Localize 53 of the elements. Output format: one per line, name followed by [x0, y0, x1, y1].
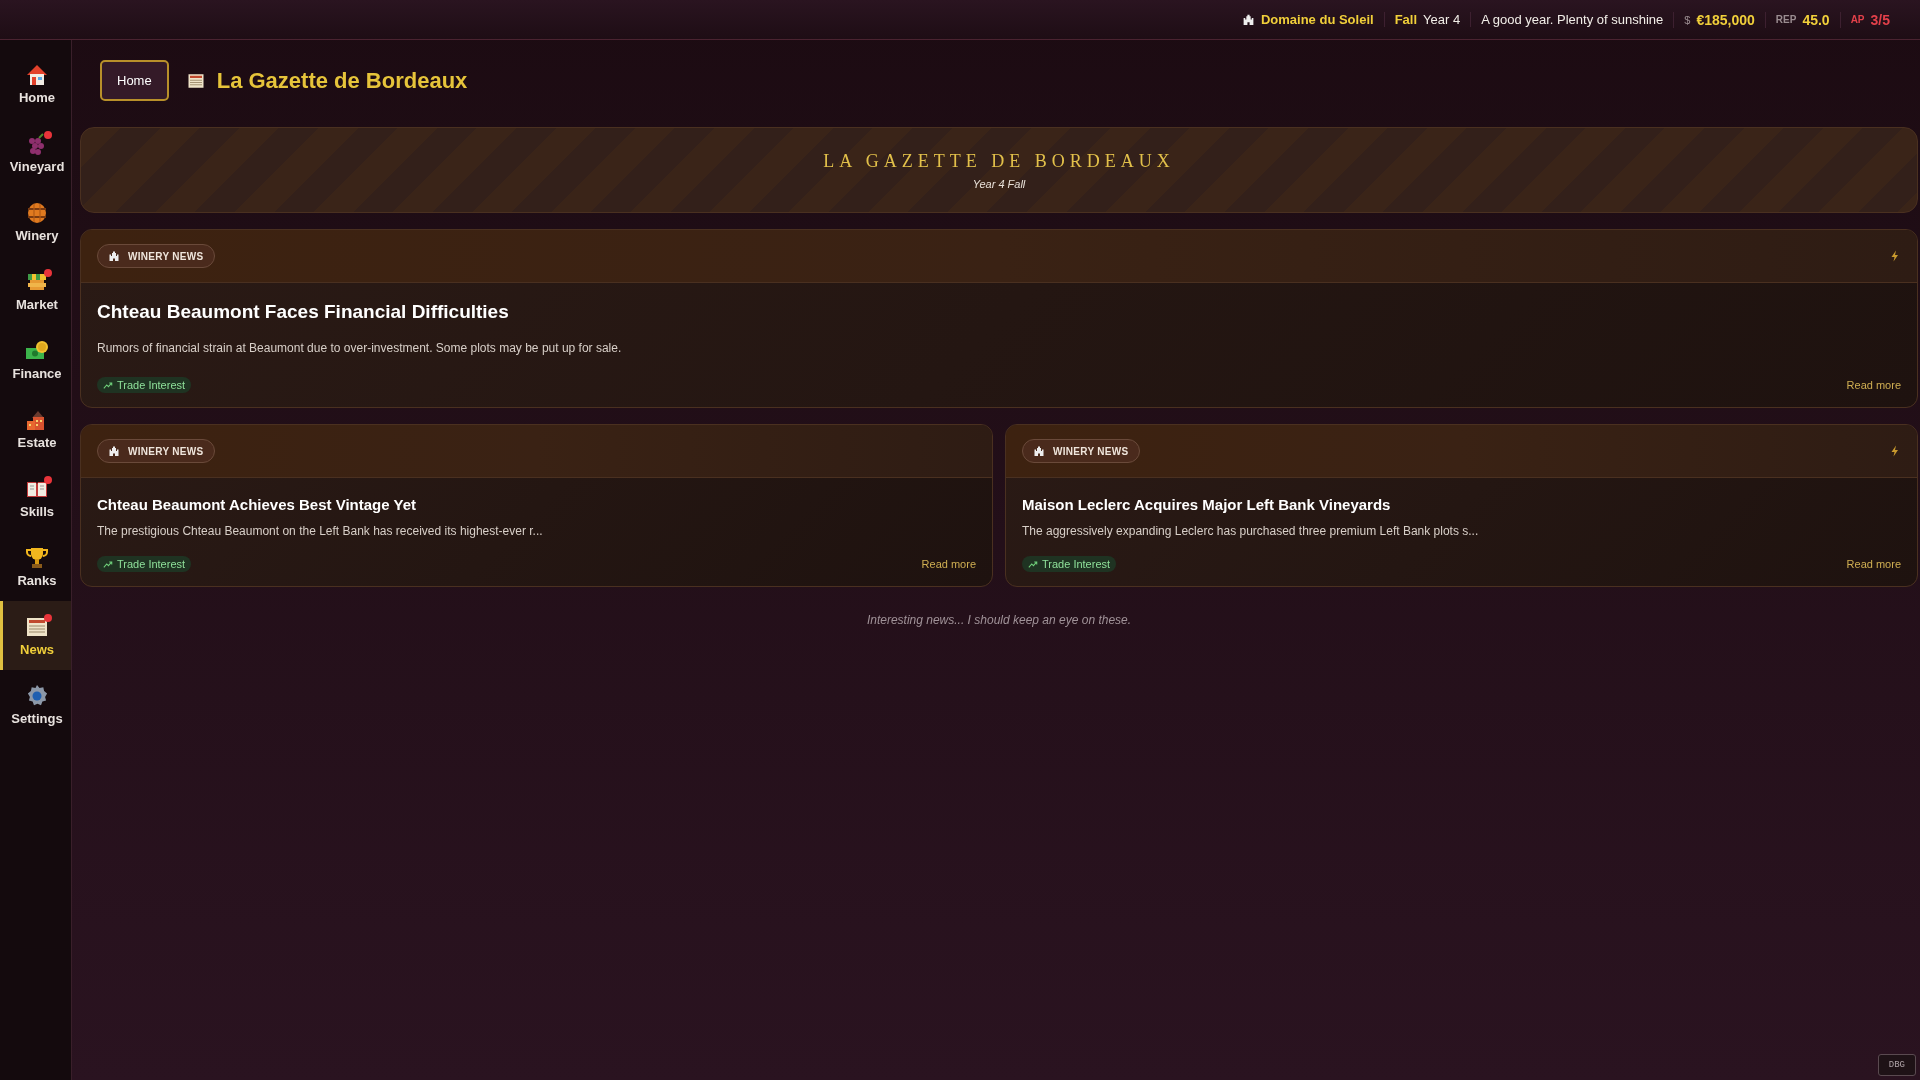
page-title: La Gazette de Bordeaux: [216, 67, 468, 94]
sidebar-item[interactable]: Finance: [0, 325, 71, 394]
read-more-link[interactable]: Read more: [1846, 379, 1901, 391]
sidebar-item[interactable]: Vineyard: [0, 118, 71, 187]
news-headline: Chteau Beaumont Faces Financial Difficulties: [97, 301, 510, 323]
sidebar-item[interactable]: Winery: [0, 187, 71, 256]
news-summary: The aggressively expanding Leclerc has purchased three premium Left Bank plots s...: [1022, 524, 1480, 538]
trade-tag: Trade Interest: [97, 377, 192, 393]
sidebar-item[interactable]: Estate: [0, 394, 71, 463]
money-value: €185,000: [1696, 11, 1755, 28]
newspaper-icon: [186, 71, 205, 90]
season-label: Fall: [1394, 12, 1418, 27]
sidebar-item[interactable]: Home: [0, 49, 71, 118]
news-headline: Maison Leclerc Acquires Major Left Bank Vineyards: [1022, 496, 1392, 513]
category-badge: WINERY NEWS: [97, 244, 215, 268]
category-badge: WINERY NEWS: [1022, 439, 1140, 463]
read-more-link[interactable]: Read more: [921, 558, 976, 570]
category-badge: WINERY NEWS: [97, 439, 215, 463]
sidebar-item[interactable]: Market: [0, 256, 71, 325]
castle-icon: [1241, 13, 1255, 26]
news-headline: Chteau Beaumont Achieves Best Vintage Yet: [97, 496, 417, 513]
trade-tag: Trade Interest: [97, 556, 192, 572]
banner-title: LA GAZETTE DE BORDEAUX: [823, 150, 1175, 172]
weather-text: A good year. Plenty of sunshine: [1481, 12, 1664, 27]
trend-up-icon: [103, 380, 113, 390]
trend-up-icon: [103, 559, 113, 569]
news-summary: Rumors of financial strain at Beaumont due to over-investment. Some plots may be put up for sale.: [97, 341, 623, 355]
estate-name: Domaine du Soleil: [1260, 12, 1374, 27]
debug-button[interactable]: DBG: [1877, 1054, 1916, 1076]
sidebar-item[interactable]: Skills: [0, 463, 71, 532]
year-label: Year 4: [1423, 12, 1461, 27]
sidebar-item[interactable]: Ranks: [0, 532, 71, 601]
trade-tag: Trade Interest: [1022, 556, 1117, 572]
castle-icon: [108, 250, 120, 262]
barrel-icon: [25, 200, 49, 225]
house-icon: [25, 62, 49, 87]
news-summary: The prestigious Chteau Beaumont on the Left Bank has received its highest-ever r...: [97, 524, 544, 538]
read-more-link[interactable]: Read more: [1846, 558, 1901, 570]
action-points-value: 3/5: [1870, 11, 1890, 28]
castle-icon: [1033, 445, 1045, 457]
castle-icon: [108, 445, 120, 457]
currency-symbol: $: [1684, 13, 1691, 26]
home-button[interactable]: Home: [100, 60, 169, 101]
reputation-value: 45.0: [1802, 11, 1830, 28]
banner-subtitle: Year 4 Fall: [972, 177, 1026, 190]
reputation-label: REP: [1775, 14, 1797, 25]
settings-icon: [25, 683, 49, 708]
sidebar-item[interactable]: News: [0, 601, 71, 670]
trend-up-icon: [1028, 559, 1038, 569]
footnote-text: Interesting news... I should keep an eye on these.: [865, 613, 1133, 627]
action-points-label: AP: [1850, 14, 1865, 25]
sidebar-item[interactable]: Settings: [0, 670, 71, 739]
trophy-icon: [25, 545, 49, 570]
